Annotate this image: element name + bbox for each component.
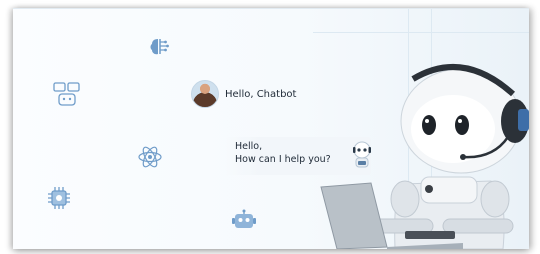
user-avatar bbox=[191, 80, 219, 108]
user-message-row: Hello, Chatbot bbox=[191, 80, 296, 108]
brain-chip-icon bbox=[148, 36, 170, 58]
user-message: Hello, Chatbot bbox=[225, 88, 297, 100]
robot-illustration bbox=[313, 59, 529, 249]
atom-icon bbox=[137, 144, 163, 170]
chat-bubbles-icon bbox=[53, 82, 81, 108]
processor-chip-icon bbox=[46, 185, 72, 211]
robot-head-icon bbox=[231, 209, 257, 233]
decorative-line bbox=[313, 32, 529, 33]
hero-banner: Hello, Chatbot Hello, How can I help you… bbox=[13, 8, 529, 249]
